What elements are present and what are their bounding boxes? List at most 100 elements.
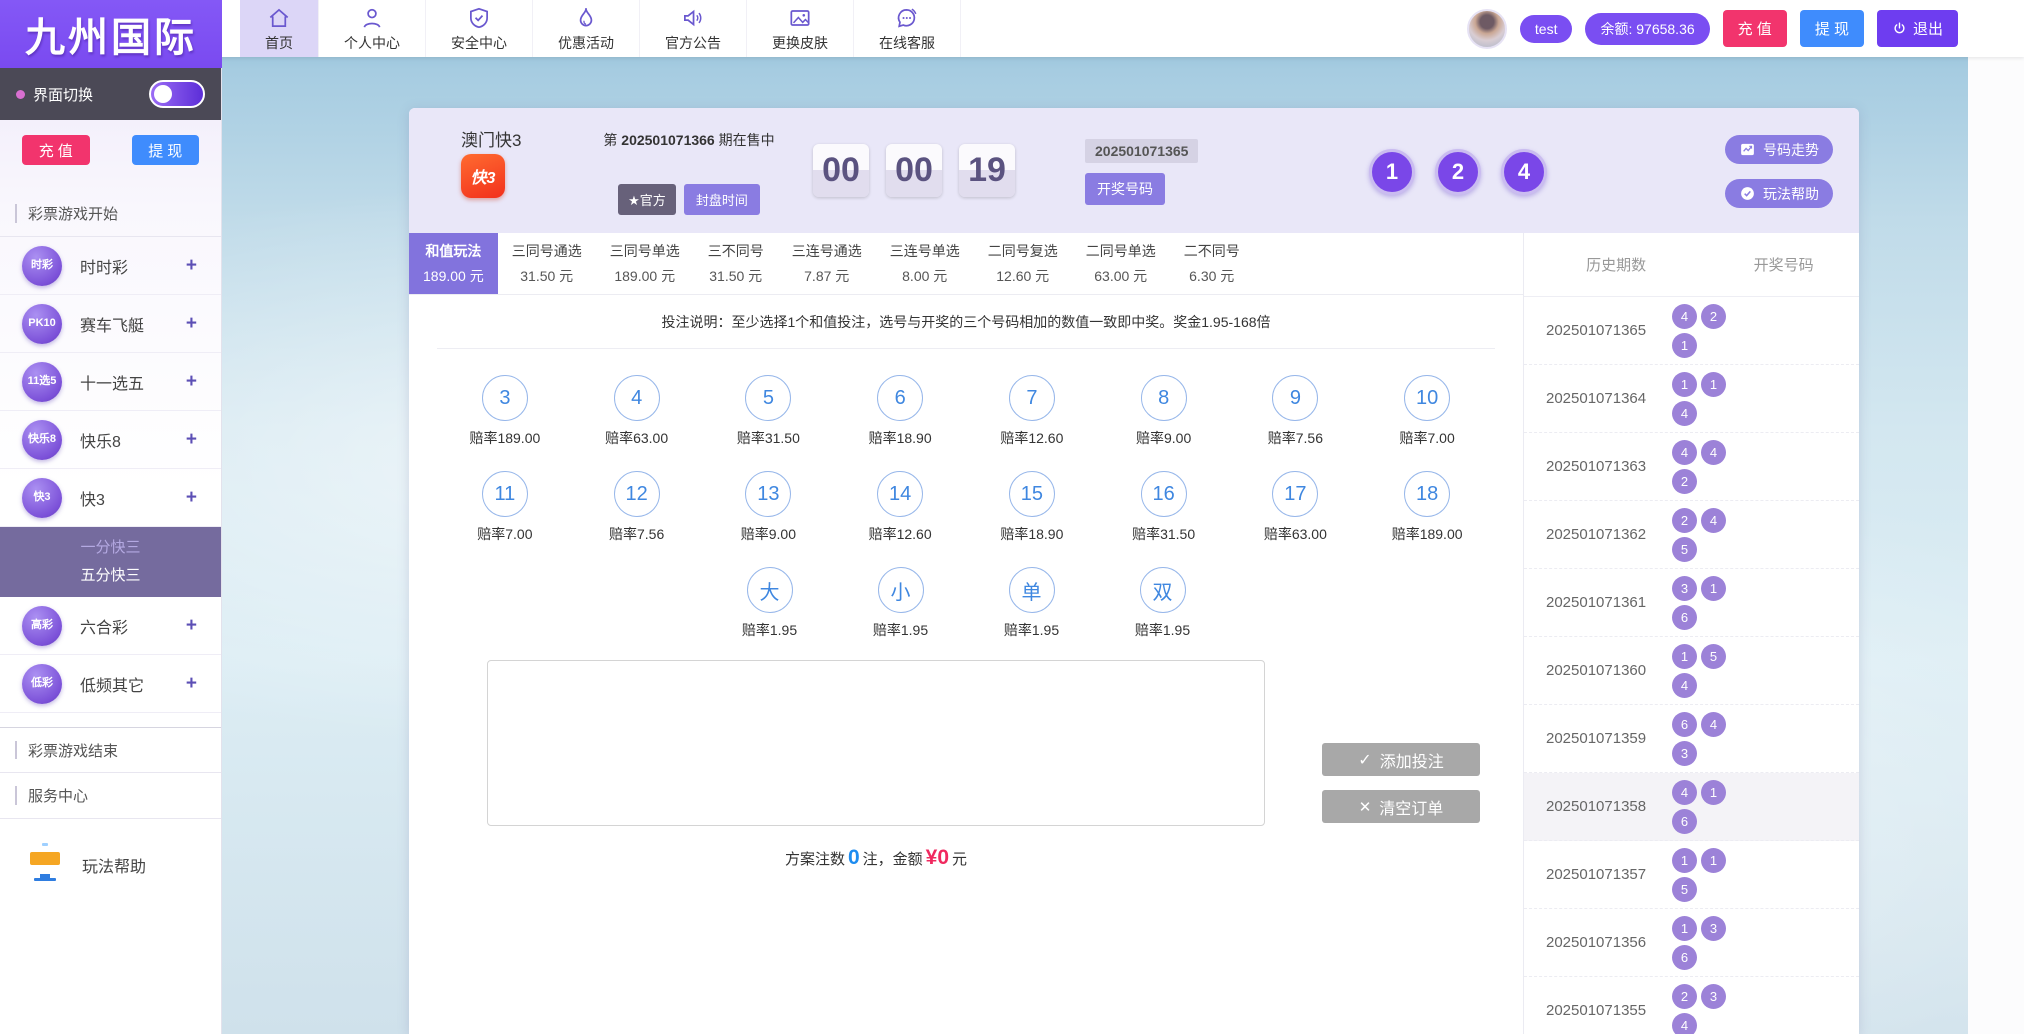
bet-number-cell[interactable]: 11 赔率7.00 <box>439 471 571 544</box>
bet-number-cell[interactable]: 10 赔率7.00 <box>1361 375 1493 448</box>
nav-icon <box>266 5 292 31</box>
expand-plus-icon[interactable]: + <box>186 371 197 393</box>
play-type-tab[interactable]: 三同号单选 189.00 元 <box>596 233 694 294</box>
brand-logo[interactable]: 九州国际 <box>0 0 222 68</box>
expand-plus-icon[interactable]: + <box>186 255 197 277</box>
bet-number-circle[interactable]: 14 <box>877 471 923 517</box>
bet-number-circle[interactable]: 9 <box>1272 375 1318 421</box>
user-avatar[interactable] <box>1467 9 1507 49</box>
wallet-buttons: 充值 提现 <box>0 120 221 177</box>
bet-number-cell[interactable]: 8 赔率9.00 <box>1098 375 1230 448</box>
ui-toggle-switch[interactable] <box>149 80 205 108</box>
bet-number-cell[interactable]: 6 赔率18.90 <box>834 375 966 448</box>
expand-plus-icon[interactable]: + <box>186 615 197 637</box>
expand-plus-icon[interactable]: + <box>186 673 197 695</box>
bet-number-circle[interactable]: 11 <box>482 471 528 517</box>
close-time-button[interactable]: 封盘时间 <box>684 184 760 215</box>
bet-number-cell[interactable]: 3 赔率189.00 <box>439 375 571 448</box>
play-type-tab[interactable]: 二同号复选 12.60 元 <box>974 233 1072 294</box>
withdraw-button[interactable]: 提 现 <box>1800 10 1864 47</box>
play-type-tab[interactable]: 三连号单选 8.00 元 <box>876 233 974 294</box>
sidebar-game-item[interactable]: 时彩 时时彩 + <box>0 237 221 295</box>
section-lottery-start: 彩票游戏开始 <box>0 191 221 237</box>
bet-number-circle[interactable]: 16 <box>1141 471 1187 517</box>
bet-number-cell[interactable]: 5 赔率31.50 <box>703 375 835 448</box>
sidebar-game-item[interactable]: PK10 赛车飞艇 + <box>0 295 221 353</box>
bet-number-cell[interactable]: 18 赔率189.00 <box>1361 471 1493 544</box>
sidebar-game-item[interactable]: 11选5 十一选五 + <box>0 353 221 411</box>
game-label: 低频其它 <box>80 672 186 696</box>
bet-number-cell[interactable]: 15 赔率18.90 <box>966 471 1098 544</box>
sidebar-game-item[interactable]: 高彩 六合彩 + <box>0 597 221 655</box>
history-ball: 3 <box>1672 741 1697 766</box>
bet-special-circle[interactable]: 大 <box>747 567 793 613</box>
bet-number-circle[interactable]: 15 <box>1009 471 1055 517</box>
history-balls: 6 4 3 <box>1672 712 1738 766</box>
play-type-tab[interactable]: 和值玩法 189.00 元 <box>409 233 498 294</box>
bet-special-circle[interactable]: 双 <box>1140 567 1186 613</box>
sidebar-game-item[interactable]: 低彩 低频其它 + <box>0 655 221 713</box>
bet-number-cell[interactable]: 17 赔率63.00 <box>1230 471 1362 544</box>
bet-number-cell[interactable]: 16 赔率31.50 <box>1098 471 1230 544</box>
bet-order-textarea[interactable] <box>487 660 1265 826</box>
bet-number-circle[interactable]: 7 <box>1009 375 1055 421</box>
history-ball: 4 <box>1672 304 1697 329</box>
play-type-tab[interactable]: 三不同号 31.50 元 <box>694 233 778 294</box>
bet-number-circle[interactable]: 3 <box>482 375 528 421</box>
nav-item[interactable]: 官方公告 <box>640 0 747 57</box>
monitor-icon <box>26 849 64 881</box>
bet-special-circle[interactable]: 小 <box>878 567 924 613</box>
bet-special-cell[interactable]: 双 赔率1.95 <box>1097 567 1228 640</box>
bet-number-circle[interactable]: 6 <box>877 375 923 421</box>
play-type-tab[interactable]: 三连号通选 7.87 元 <box>778 233 876 294</box>
nav-item[interactable]: 优惠活动 <box>533 0 640 57</box>
bet-number-circle[interactable]: 18 <box>1404 471 1450 517</box>
submenu-item[interactable]: 五分快三 <box>0 562 221 590</box>
nav-item[interactable]: 安全中心 <box>426 0 533 57</box>
history-row: 202501071364 1 1 4 <box>1524 365 1859 433</box>
bet-number-cell[interactable]: 7 赔率12.60 <box>966 375 1098 448</box>
official-button[interactable]: ★官方 <box>618 184 676 215</box>
bet-summary: 方案注数0注，金额¥0元 <box>409 846 1343 870</box>
bet-number-cell[interactable]: 9 赔率7.56 <box>1230 375 1362 448</box>
play-type-tab[interactable]: 二同号单选 63.00 元 <box>1072 233 1170 294</box>
bet-number-cell[interactable]: 4 赔率63.00 <box>571 375 703 448</box>
bet-number-circle[interactable]: 8 <box>1141 375 1187 421</box>
bet-number-cell[interactable]: 14 赔率12.60 <box>834 471 966 544</box>
expand-plus-icon[interactable]: + <box>186 429 197 451</box>
tab-name: 二不同号 <box>1184 241 1240 261</box>
bet-number-circle[interactable]: 5 <box>745 375 791 421</box>
nav-item[interactable]: 在线客服 <box>854 0 961 57</box>
draw-number-button[interactable]: 开奖号码 <box>1085 173 1165 205</box>
number-trend-button[interactable]: 号码走势 <box>1725 135 1833 164</box>
bet-special-cell[interactable]: 小 赔率1.95 <box>835 567 966 640</box>
submenu-item[interactable]: 一分快三 <box>0 534 221 562</box>
bet-special-cell[interactable]: 大 赔率1.95 <box>704 567 835 640</box>
logout-button[interactable]: 退出 <box>1877 10 1958 47</box>
nav-item[interactable]: 更换皮肤 <box>747 0 854 57</box>
sidebar-game-item[interactable]: 快3 快3 + <box>0 469 221 527</box>
add-bet-button[interactable]: ✓ 添加投注 <box>1322 743 1480 776</box>
sidebar-withdraw-button[interactable]: 提现 <box>132 135 200 165</box>
play-type-tab[interactable]: 三同号通选 31.50 元 <box>498 233 596 294</box>
expand-plus-icon[interactable]: + <box>186 313 197 335</box>
bet-number-circle[interactable]: 13 <box>745 471 791 517</box>
play-help-button[interactable]: 玩法帮助 <box>1725 179 1833 208</box>
sidebar-recharge-button[interactable]: 充值 <box>22 135 90 165</box>
bet-number-cell[interactable]: 13 赔率9.00 <box>703 471 835 544</box>
bet-number-circle[interactable]: 10 <box>1404 375 1450 421</box>
bet-number-circle[interactable]: 12 <box>614 471 660 517</box>
clear-order-button[interactable]: ✕ 清空订单 <box>1322 790 1480 823</box>
recharge-button[interactable]: 充 值 <box>1723 10 1787 47</box>
expand-plus-icon[interactable]: + <box>186 487 197 509</box>
nav-item[interactable]: 首页 <box>240 0 319 57</box>
nav-item[interactable]: 个人中心 <box>319 0 426 57</box>
bet-number-circle[interactable]: 4 <box>614 375 660 421</box>
sidebar-game-item[interactable]: 快乐8 快乐8 + <box>0 411 221 469</box>
bet-special-circle[interactable]: 单 <box>1009 567 1055 613</box>
bet-special-cell[interactable]: 单 赔率1.95 <box>966 567 1097 640</box>
bet-number-circle[interactable]: 17 <box>1272 471 1318 517</box>
sidebar-help-item[interactable]: 玩法帮助 <box>0 835 221 895</box>
bet-number-cell[interactable]: 12 赔率7.56 <box>571 471 703 544</box>
play-type-tab[interactable]: 二不同号 6.30 元 <box>1170 233 1254 294</box>
